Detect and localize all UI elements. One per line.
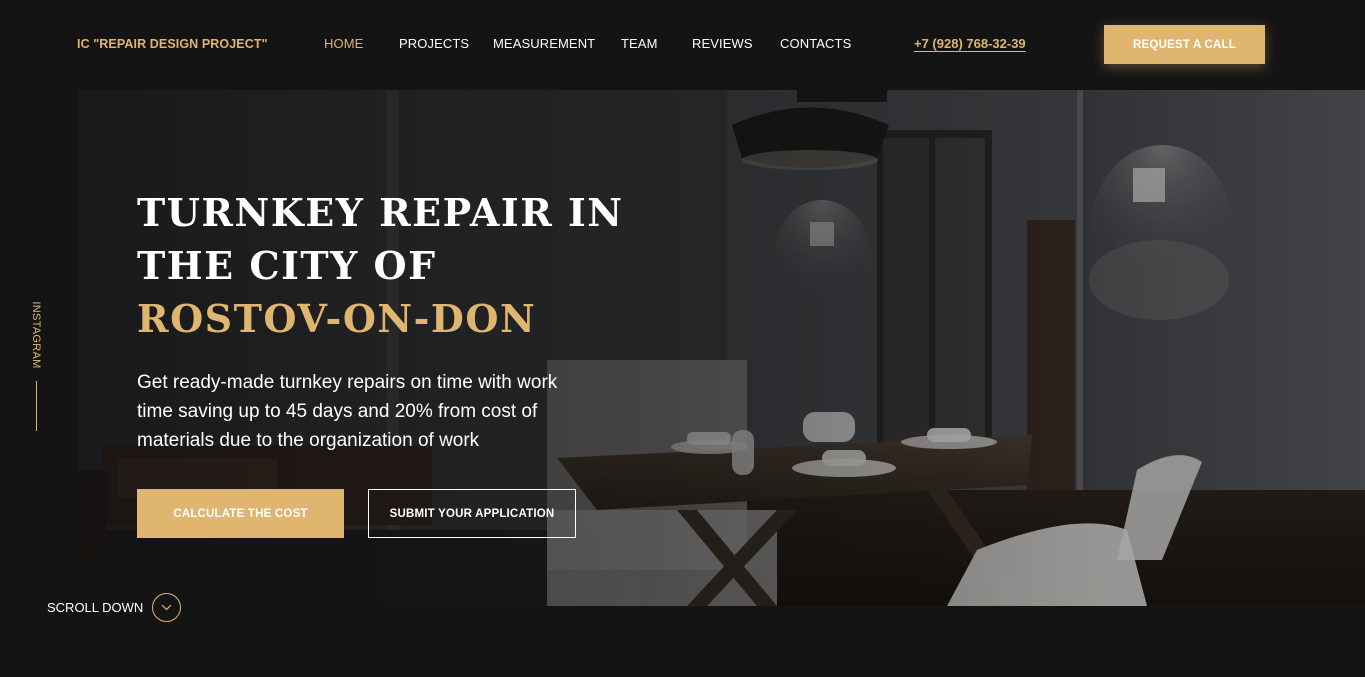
nav-team[interactable]: TEAM xyxy=(621,36,658,51)
nav-contacts[interactable]: CONTACTS xyxy=(780,36,851,51)
instagram-divider xyxy=(36,381,37,431)
hero-subtitle: Get ready-made turnkey repairs on time w… xyxy=(137,372,558,451)
scroll-down-label[interactable]: SCROLL DOWN xyxy=(47,600,143,615)
instagram-label: INSTAGRAM xyxy=(30,301,42,369)
phone-link[interactable]: +7 (928) 768-32-39 xyxy=(914,36,1026,51)
nav-measurement[interactable]: MEASUREMENT xyxy=(493,36,595,51)
hero-title-line2: THE CITY OF xyxy=(137,243,437,288)
hero-title-city: ROSTOV-ON-DON xyxy=(137,296,537,341)
hero-title: TURNKEY REPAIR IN THE CITY OF ROSTOV-ON-… xyxy=(137,186,624,345)
submit-application-button[interactable]: SUBMIT YOUR APPLICATION xyxy=(368,489,576,538)
site-logo[interactable]: IC "REPAIR DESIGN PROJECT" xyxy=(77,37,268,51)
calculate-cost-button[interactable]: CALCULATE THE COST xyxy=(137,489,344,538)
nav-reviews[interactable]: REVIEWS xyxy=(692,36,753,51)
request-call-button[interactable]: REQUEST A CALL xyxy=(1104,25,1265,64)
instagram-link[interactable]: INSTAGRAM xyxy=(29,300,43,431)
nav-home[interactable]: HOME xyxy=(324,36,363,51)
scroll-down-button[interactable] xyxy=(152,593,181,622)
chevron-down-icon xyxy=(161,604,172,611)
nav-projects[interactable]: PROJECTS xyxy=(399,36,469,51)
hero-title-line1: TURNKEY REPAIR IN xyxy=(137,190,624,235)
scroll-panel xyxy=(0,558,229,677)
